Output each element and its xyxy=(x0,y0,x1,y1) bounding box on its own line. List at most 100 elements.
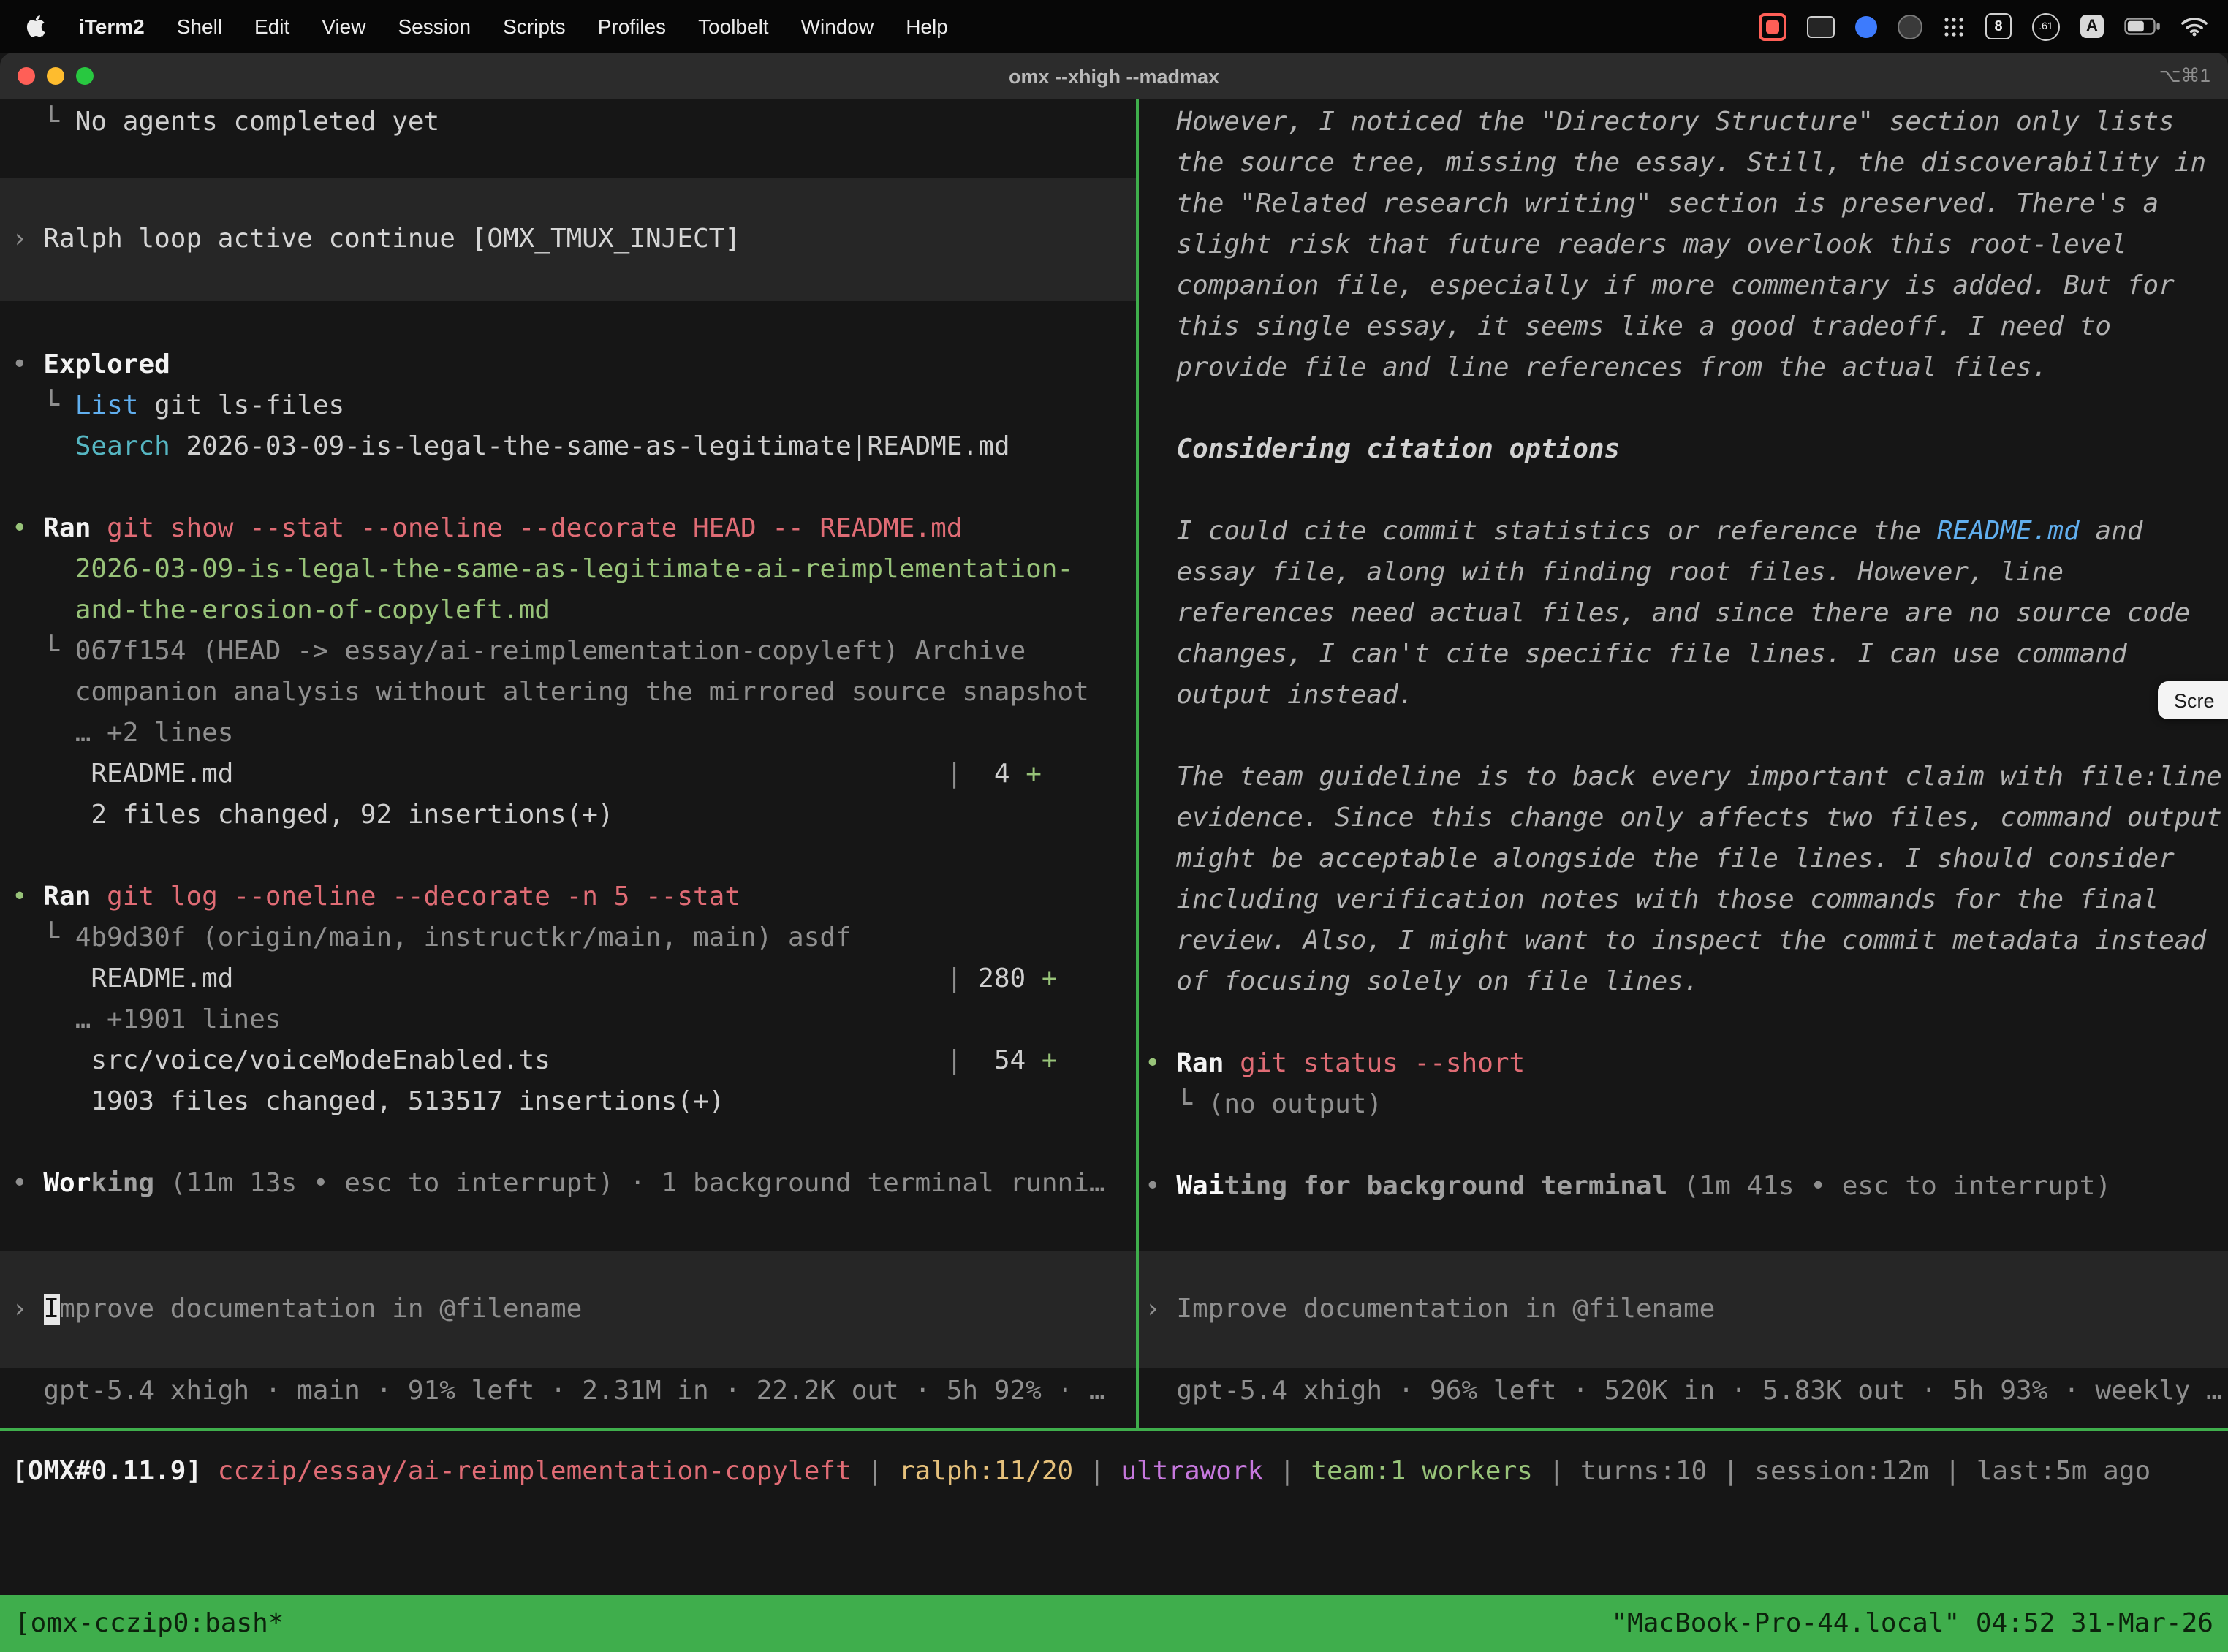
terminal-line: README.md | 4 + xyxy=(12,754,1136,795)
blue-app-menu-icon[interactable] xyxy=(1855,15,1877,37)
text-segment: slight risk that future readers may over… xyxy=(1145,230,2127,260)
text-segment: (1m 41s • esc to interrupt) xyxy=(1667,1171,2111,1202)
battery-icon[interactable] xyxy=(2124,18,2161,35)
keyboard-widget-icon[interactable] xyxy=(1807,15,1835,37)
text-segment: output instead. xyxy=(1145,680,1414,711)
text-segment: └ xyxy=(12,107,75,137)
terminal-line: 2026-03-09-is-legal-the-same-as-legitima… xyxy=(12,550,1136,591)
text-segment: might be acceptable alongside the file l… xyxy=(1145,844,2175,874)
text-segment: mprove documentation in @filename xyxy=(59,1294,582,1325)
terminal-line xyxy=(1145,471,2228,512)
terminal-line: of focusing solely on file lines. xyxy=(1145,962,2228,1003)
text-segment: [OMX#0.11.9] xyxy=(12,1456,218,1487)
text-segment: changes, I can't cite specific file line… xyxy=(1145,639,2127,670)
right-terminal-pane[interactable]: However, I noticed the "Directory Struct… xyxy=(1139,99,2228,1428)
menu-item-edit[interactable]: Edit xyxy=(238,15,306,38)
text-segment: I xyxy=(43,1294,59,1325)
dark-app-menu-icon[interactable] xyxy=(1898,14,1922,39)
terminal-line: • Ran git show --stat --oneline --decora… xyxy=(12,509,1136,550)
text-segment: ultrawork xyxy=(1121,1456,1263,1487)
apple-menu[interactable] xyxy=(0,15,63,38)
screen: iTerm2ShellEditViewSessionScriptsProfile… xyxy=(0,0,2228,1632)
omx-status-line: [OMX#0.11.9] cczip/essay/ai-reimplementa… xyxy=(12,1452,2228,1493)
terminal-line: Considering citation options xyxy=(1145,430,2228,471)
text-segment: Ralph loop active continue [OMX_TMUX_INJ… xyxy=(43,224,740,254)
menu-item-shell[interactable]: Shell xyxy=(161,15,238,38)
menu-item-session[interactable]: Session xyxy=(382,15,487,38)
menu-item-iterm2[interactable]: iTerm2 xyxy=(63,15,161,38)
dots-grid-icon[interactable] xyxy=(1943,15,1965,37)
apple-logo-icon xyxy=(26,15,45,38)
text-segment: Wor xyxy=(43,1168,91,1199)
omx-status-bar: [OMX#0.11.9] cczip/essay/ai-reimplementa… xyxy=(0,1431,2228,1595)
text-segment: the "Related research writing" section i… xyxy=(1145,189,2159,219)
text-segment: last:5m ago xyxy=(1977,1456,2151,1487)
text-segment: ting for background terminal xyxy=(1224,1171,1667,1202)
terminal-line: • Working (11m 13s • esc to interrupt) ·… xyxy=(12,1164,1136,1205)
dots-grid-glyph xyxy=(1943,15,1965,37)
terminal-line: and-the-erosion-of-copyleft.md xyxy=(12,591,1136,632)
text-segment: Ran xyxy=(43,513,91,544)
text-segment: Considering citation options xyxy=(1145,434,1620,465)
text-segment: companion analysis without altering the … xyxy=(12,677,1089,708)
text-segment: evidence. Since this change only affects… xyxy=(1145,803,2222,833)
terminal-line xyxy=(12,1123,1136,1164)
text-segment: Search xyxy=(75,431,170,462)
terminal-line: • Ran git log --oneline --decorate -n 5 … xyxy=(12,877,1136,918)
text-segment: Ran xyxy=(43,882,91,912)
prompt-input[interactable]: › Improve documentation in @filename xyxy=(0,1251,1136,1368)
terminal-line: including verification notes with those … xyxy=(1145,880,2228,921)
terminal-line: gpt-5.4 xhigh · main · 91% left · 2.31M … xyxy=(12,1371,1136,1412)
key-cap-icon[interactable]: 8 xyxy=(1985,13,2012,39)
window-title-bar[interactable]: omx --xhigh --madmax ⌥⌘1 xyxy=(0,53,2228,99)
screen-sharing-overlay-button[interactable]: Scre xyxy=(2158,681,2228,719)
prompt-input[interactable]: › Improve documentation in @filename xyxy=(1139,1251,2228,1368)
text-segment: I could cite commit statistics or refere… xyxy=(1145,516,1937,547)
terminal-line xyxy=(1145,1003,2228,1044)
text-segment: › xyxy=(12,1294,43,1325)
input-source-icon[interactable]: A xyxy=(2080,15,2104,38)
text-segment: including verification notes with those … xyxy=(1145,884,2159,915)
terminal-line: output instead. xyxy=(1145,675,2228,716)
terminal-line: 1903 files changed, 513517 insertions(+) xyxy=(12,1082,1136,1123)
menu-item-view[interactable]: View xyxy=(306,15,382,38)
text-segment: git log --oneline --decorate -n 5 --stat xyxy=(91,882,740,912)
terminal-line xyxy=(1145,389,2228,430)
text-segment: cczip/essay/ai-reimplementation-copyleft xyxy=(218,1456,852,1487)
menu-item-window[interactable]: Window xyxy=(785,15,890,38)
terminal-line: this single essay, it seems like a good … xyxy=(1145,307,2228,348)
menu-items: iTerm2ShellEditViewSessionScriptsProfile… xyxy=(63,15,964,38)
terminal-line: However, I noticed the "Directory Struct… xyxy=(1145,102,2228,143)
text-segment: essay file, along with finding root file… xyxy=(1145,557,2064,588)
screen-recording-stop-icon[interactable] xyxy=(1759,12,1786,40)
terminal-line xyxy=(12,468,1136,509)
text-segment: | xyxy=(1533,1456,1580,1487)
terminal-line: changes, I can't cite specific file line… xyxy=(1145,634,2228,675)
panel-line: › Improve documentation in @filename xyxy=(1145,1289,2228,1330)
menu-item-profiles[interactable]: Profiles xyxy=(582,15,682,38)
text-segment: Wai xyxy=(1176,1171,1224,1202)
wifi-icon[interactable] xyxy=(2181,16,2208,37)
terminal-line: Search 2026-03-09-is-legal-the-same-as-l… xyxy=(12,427,1136,468)
terminal-line: evidence. Since this change only affects… xyxy=(1145,798,2228,839)
menu-item-scripts[interactable]: Scripts xyxy=(487,15,582,38)
text-segment: › xyxy=(12,224,43,254)
text-segment: 54 xyxy=(962,1045,1041,1076)
text-segment: gpt-5.4 xhigh · 96% left · 520K in · 5.8… xyxy=(1145,1376,2222,1406)
text-segment: › xyxy=(1145,1294,1176,1325)
battery-glyph xyxy=(2124,18,2161,35)
terminal-line: └ 4b9d30f (origin/main, instructkr/main,… xyxy=(12,918,1136,959)
terminal-line: The team guideline is to back every impo… xyxy=(1145,757,2228,798)
text-segment: the source tree, missing the essay. Stil… xyxy=(1145,148,2206,178)
text-segment: and xyxy=(2080,516,2143,547)
text-segment: 4 xyxy=(962,759,1026,789)
menu-item-toolbelt[interactable]: Toolbelt xyxy=(682,15,785,38)
battery-gauge-icon[interactable]: .61 xyxy=(2032,12,2060,40)
menu-item-help[interactable]: Help xyxy=(890,15,964,38)
left-terminal-pane[interactable]: └ No agents completed yet› Ralph loop ac… xyxy=(0,99,1136,1428)
terminal-line: might be acceptable alongside the file l… xyxy=(1145,839,2228,880)
text-segment: git ls-files xyxy=(138,390,344,421)
text-segment: | xyxy=(947,1045,963,1076)
text-segment: Explored xyxy=(43,349,170,380)
text-segment: … +1901 lines xyxy=(12,1004,281,1035)
